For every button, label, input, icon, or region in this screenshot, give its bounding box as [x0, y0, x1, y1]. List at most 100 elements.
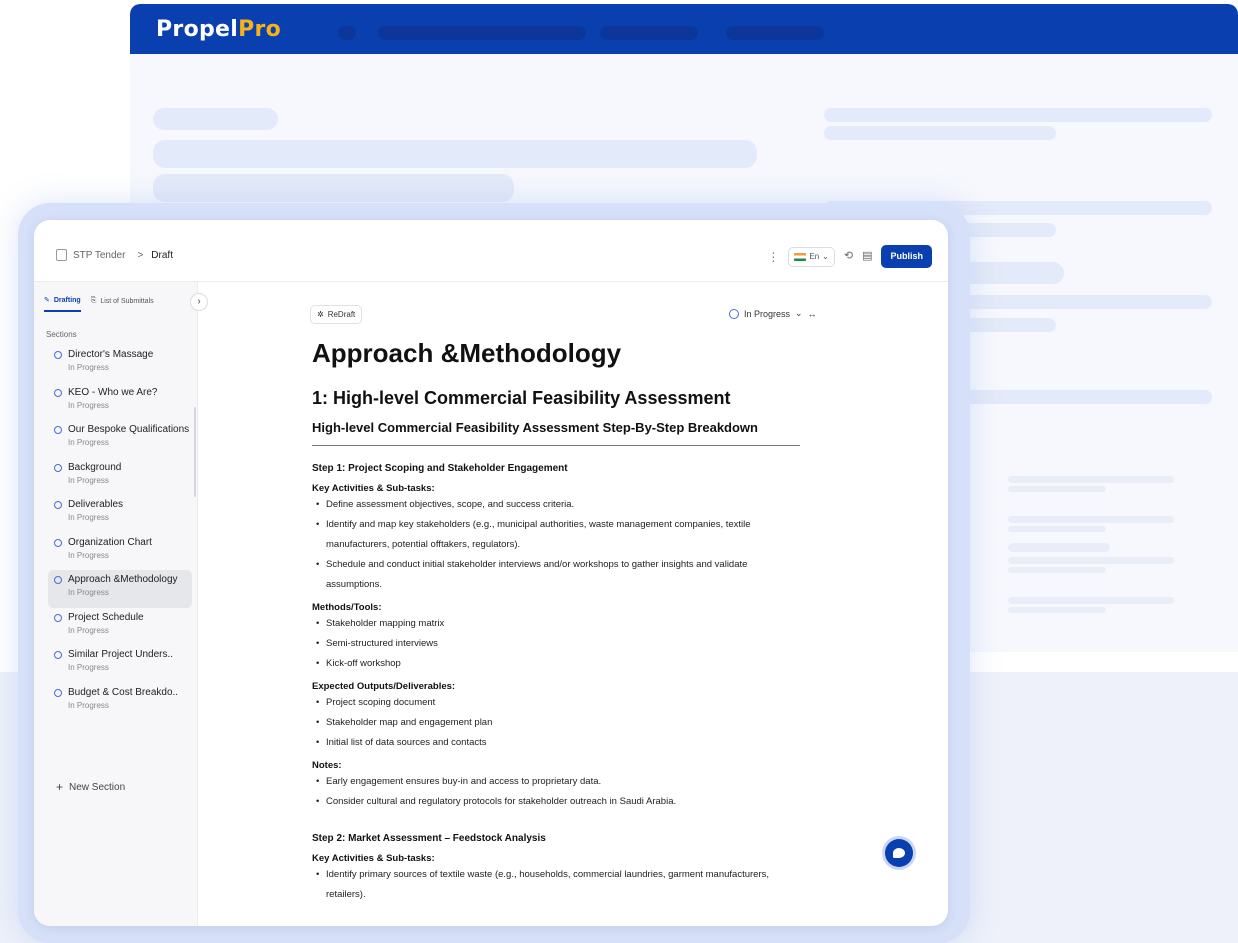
list-item: Identify primary sources of textile wast… — [312, 865, 800, 905]
subsection-label: Key Activities & Sub-tasks: — [312, 853, 435, 864]
list-item: Schedule and conduct initial stakeholder… — [312, 555, 800, 595]
step-title: Step 1: Project Scoping and Stakeholder … — [312, 463, 568, 474]
tab-drafting[interactable]: ✎ Drafting — [44, 296, 81, 312]
sidebar-item-keo-who-we-are[interactable]: KEO - Who we Are? In Progress — [48, 383, 192, 421]
plus-icon: + — [56, 780, 64, 794]
skeleton-block — [153, 108, 278, 130]
status-circle-icon — [54, 651, 62, 659]
top-bar: STP Tender > Draft ⋮ En ⌄ ⟲ ▤ Publish — [34, 220, 948, 282]
chevron-down-icon: ⌄ — [822, 252, 829, 261]
status-circle-icon — [54, 613, 62, 622]
history-icon[interactable]: ⟲ — [844, 251, 853, 262]
chevron-down-icon: ⌄ — [795, 308, 803, 318]
list-item: Early engagement ensures buy-in and acce… — [312, 772, 800, 792]
skeleton-line — [1008, 543, 1110, 552]
skeleton-block — [153, 140, 757, 168]
subsection-label: Notes: — [312, 760, 342, 771]
skeleton-line — [824, 108, 1212, 122]
background-header: PropelPro — [130, 4, 1238, 54]
sidebar-item-project-schedule[interactable]: Project Schedule In Progress — [48, 608, 192, 646]
document-editor: ✲ ReDraft In Progress ⌄ ↔ Approach &Meth… — [198, 282, 948, 926]
redraft-button[interactable]: ✲ ReDraft — [310, 305, 363, 324]
clipboard-icon: ⎘ — [90, 297, 97, 304]
sidebar-item-approach-methodology[interactable]: Approach &Methodology In Progress — [48, 570, 192, 608]
sparkle-icon: ✲ — [317, 310, 324, 319]
section-subheading: High-level Commercial Feasibility Assess… — [312, 419, 800, 446]
breadcrumb: STP Tender > Draft — [56, 249, 173, 261]
sections-sidebar: ✎ Drafting ⎘ List of Submittals Sections… — [34, 282, 198, 926]
chat-bubble-icon — [893, 848, 905, 858]
publish-button[interactable]: Publish — [881, 245, 932, 268]
document-icon — [56, 249, 67, 261]
status-circle-icon — [54, 576, 62, 584]
chat-assistant-button[interactable] — [885, 839, 913, 867]
sidebar-item-deliverables[interactable]: Deliverables In Progress — [48, 495, 192, 533]
status-circle-icon — [54, 388, 62, 397]
sidebar-item-directors-massage[interactable]: Director's Massage In Progress — [48, 345, 192, 383]
tab-list-of-submittals[interactable]: ⎘ List of Submittals — [91, 296, 154, 312]
list-item: Project scoping document — [312, 693, 800, 713]
collapse-sidebar-button[interactable]: › — [190, 293, 208, 311]
page-title: Approach &Methodology — [312, 338, 622, 368]
sidebar-item-budget-cost[interactable]: Budget & Cost Breakdo.. In Progress — [48, 683, 192, 721]
subsection-label: Expected Outputs/Deliverables: — [312, 681, 456, 692]
sidebar-item-background[interactable]: Background In Progress — [48, 458, 192, 496]
breadcrumb-root[interactable]: STP Tender — [73, 250, 125, 261]
list-item: Stakeholder mapping matrix — [312, 614, 800, 634]
language-selector[interactable]: En ⌄ — [788, 246, 835, 267]
status-dropdown[interactable]: In Progress ⌄ ↔ — [729, 308, 817, 319]
section-heading: 1: High-level Commercial Feasibility Ass… — [312, 388, 731, 408]
skeleton-line — [1008, 607, 1106, 613]
background-nav-placeholder — [378, 26, 586, 40]
skeleton-line — [1008, 526, 1106, 532]
list-item: Stakeholder map and engagement plan — [312, 713, 800, 733]
sidebar-item-organization-chart[interactable]: Organization Chart In Progress — [48, 533, 192, 571]
pencil-icon: ✎ — [44, 297, 50, 304]
skeleton-line — [1008, 516, 1174, 523]
sidebar-scrollbar[interactable] — [194, 407, 196, 497]
sidebar-item-bespoke-qualifications[interactable]: Our Bespoke Qualifications In Progress — [48, 420, 192, 458]
background-nav-placeholder — [338, 26, 356, 40]
status-circle-icon — [54, 463, 62, 472]
bullet-list: Early engagement ensures buy-in and acce… — [312, 772, 800, 812]
more-options-icon[interactable]: ⋮ — [767, 251, 779, 263]
bullet-list: Stakeholder mapping matrix Semi-structur… — [312, 614, 800, 674]
breadcrumb-current: Draft — [151, 249, 173, 261]
comment-icon[interactable]: ▤ — [862, 251, 872, 262]
section-list: Director's Massage In Progress KEO - Who … — [48, 345, 192, 720]
document-content: Approach &Methodology 1: High-level Comm… — [312, 337, 800, 905]
status-circle-icon — [54, 426, 62, 434]
skeleton-line — [1008, 486, 1106, 492]
propelpro-logo: PropelPro — [156, 17, 282, 42]
step-title: Step 2: Market Assessment – Feedstock An… — [312, 833, 546, 844]
india-flag-icon — [794, 252, 807, 261]
background-nav-placeholder — [726, 26, 824, 40]
list-item: Kick-off workshop — [312, 654, 800, 674]
skeleton-line — [824, 126, 1056, 140]
list-item: Define assessment objectives, scope, and… — [312, 495, 800, 515]
status-circle-icon — [54, 351, 62, 359]
sections-label: Sections — [46, 330, 77, 339]
subsection-label: Key Activities & Sub-tasks: — [312, 483, 435, 494]
list-item: Semi-structured interviews — [312, 634, 800, 654]
status-circle-icon — [54, 501, 62, 509]
skeleton-line — [1008, 557, 1174, 564]
status-circle-icon — [54, 538, 62, 547]
app-window: STP Tender > Draft ⋮ En ⌄ ⟲ ▤ Publish ✎ … — [34, 220, 948, 926]
bullet-list: Define assessment objectives, scope, and… — [312, 495, 800, 595]
skeleton-line — [1008, 597, 1174, 604]
list-item: Consider cultural and regulatory protoco… — [312, 792, 800, 812]
status-circle-icon — [54, 688, 62, 697]
bullet-list: Project scoping document Stakeholder map… — [312, 693, 800, 753]
breadcrumb-separator: > — [137, 249, 144, 261]
skeleton-line — [1008, 476, 1174, 483]
language-label: En — [809, 252, 820, 261]
skeleton-block — [153, 174, 514, 202]
skeleton-line — [1008, 567, 1106, 573]
expand-width-icon[interactable]: ↔ — [808, 309, 817, 319]
status-circle-icon — [729, 308, 739, 319]
top-actions: ⋮ En ⌄ ⟲ ▤ Publish — [767, 245, 932, 268]
new-section-button[interactable]: + New Section — [56, 780, 125, 794]
sidebar-item-similar-project[interactable]: Similar Project Unders.. In Progress — [48, 645, 192, 683]
sidebar-tabs: ✎ Drafting ⎘ List of Submittals — [44, 296, 154, 312]
